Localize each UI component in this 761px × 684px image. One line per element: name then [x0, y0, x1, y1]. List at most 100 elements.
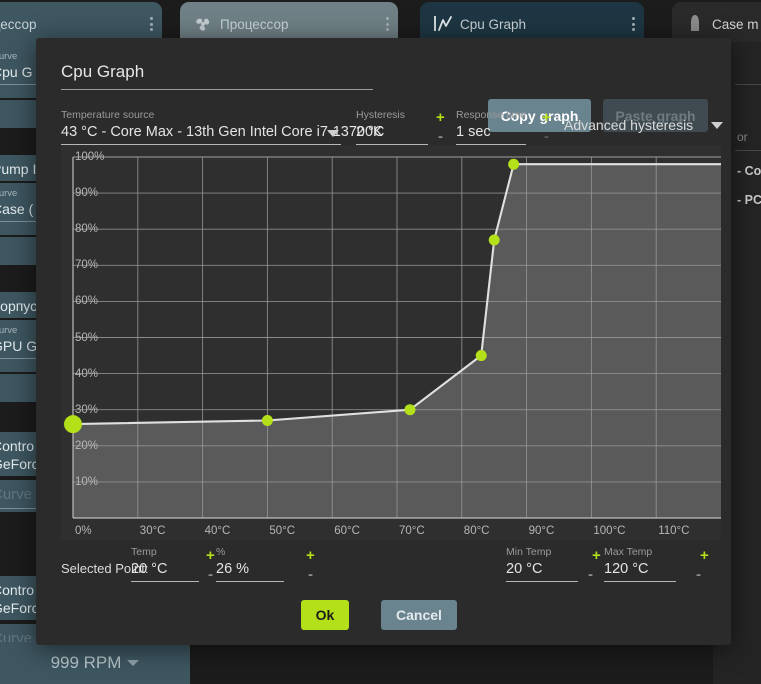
- y-axis-tick-label: 50%: [75, 331, 99, 344]
- max-temp-decrement-button[interactable]: -: [696, 567, 701, 582]
- min-temp-value[interactable]: 20 °C: [506, 559, 578, 582]
- selected-point-temp-label: Temp: [131, 546, 157, 558]
- x-axis-tick-label: 0%: [75, 525, 92, 537]
- y-axis-tick-label: 10%: [75, 475, 99, 488]
- tab-menu-icon[interactable]: [150, 17, 153, 31]
- selected-point-percent-decrement-button[interactable]: -: [308, 567, 313, 582]
- sidebar-card-kind: Curve: [0, 486, 33, 503]
- bottom-rpm-bar[interactable]: 999 RPM: [0, 642, 190, 684]
- min-temp-decrement-button[interactable]: -: [588, 567, 593, 582]
- advanced-hysteresis-label: Advanced hysteresis: [564, 117, 694, 133]
- temperature-source-field[interactable]: Temperature source 43 °C - Core Max - 13…: [61, 109, 383, 145]
- y-axis-tick-label: 40%: [75, 367, 99, 380]
- response-time-label: Response time: [456, 109, 527, 121]
- y-axis-tick-label: 80%: [75, 223, 99, 236]
- cancel-button[interactable]: Cancel: [381, 600, 457, 630]
- fan-curve-plot[interactable]: [61, 145, 723, 540]
- y-axis-tick-label: 20%: [75, 439, 99, 452]
- selected-point-temp-decrement-button[interactable]: -: [208, 567, 213, 582]
- divider: [0, 508, 38, 509]
- max-temp-field[interactable]: Max Temp 120 °C + -: [604, 546, 709, 582]
- max-temp-increment-button[interactable]: +: [700, 548, 709, 563]
- tab-menu-icon[interactable]: [632, 17, 635, 31]
- min-temp-field[interactable]: Min Temp 20 °C + -: [506, 546, 601, 582]
- hysteresis-value[interactable]: 2 °C: [356, 122, 428, 145]
- y-axis-tick-label: 60%: [75, 295, 99, 308]
- hysteresis-field[interactable]: Hysteresis 2 °C + -: [356, 109, 445, 145]
- sidebar-card-value: GPU G: [0, 338, 38, 354]
- y-axis-tick-label: 70%: [75, 259, 99, 272]
- x-axis-tick-label: 100°C: [593, 525, 626, 537]
- sidebar-card-value: Contro: [0, 438, 35, 454]
- divider: [0, 358, 38, 359]
- fan-curve-graph[interactable]: 10% 20% 30% 40% 50% 60% 70% 80% 90% 100% 0% 30°C 40°…: [61, 145, 723, 540]
- sidebar-card-value: [0, 242, 38, 262]
- chevron-down-icon[interactable]: [127, 660, 140, 666]
- sidebar-card-value: Case (: [0, 201, 34, 217]
- tab-label: Cpu Graph: [460, 16, 527, 32]
- chevron-down-icon[interactable]: [327, 130, 339, 137]
- sidebar-card-value: [0, 105, 38, 125]
- sidebar-card-kind: Curve: [0, 51, 18, 62]
- cpu-graph-dialog: Cpu Graph Copy graph Paste graph Tempera…: [36, 38, 731, 645]
- response-time-decrement-button[interactable]: -: [544, 129, 549, 144]
- tab-menu-icon[interactable]: [386, 17, 389, 31]
- right-panel-header: or: [737, 130, 748, 144]
- sidebar-card-value: Корпус: [0, 298, 38, 314]
- min-temp-increment-button[interactable]: +: [592, 548, 601, 563]
- curve-point[interactable]: [475, 350, 487, 362]
- chevron-down-icon[interactable]: [711, 122, 724, 129]
- response-time-increment-button[interactable]: +: [542, 110, 551, 125]
- curve-point[interactable]: [404, 404, 416, 416]
- x-axis-tick-label: 110°C: [658, 525, 690, 537]
- max-temp-label: Max Temp: [604, 546, 653, 558]
- temperature-source-label: Temperature source: [61, 109, 155, 121]
- selected-point-temp-value[interactable]: 20 °C: [131, 559, 199, 582]
- selected-point-percent-value[interactable]: 26 %: [216, 559, 284, 582]
- app-root: Процессор Процессор: [0, 0, 761, 684]
- hysteresis-decrement-button[interactable]: -: [438, 129, 443, 144]
- tab-bar: Процессор Процессор: [0, 0, 761, 46]
- tab-label: Процессор: [220, 16, 289, 32]
- divider: [735, 84, 761, 85]
- sidebar-card-kind: Curve: [0, 188, 18, 199]
- sidebar-card-value: Cpu G: [0, 64, 33, 80]
- divider: [0, 84, 38, 85]
- curve-point[interactable]: [508, 158, 520, 170]
- response-time-value[interactable]: 1 sec: [456, 122, 526, 145]
- x-axis-tick-label: 30°C: [139, 525, 166, 537]
- x-axis-tick-label: 70°C: [399, 525, 425, 537]
- sidebar-card-value: Pump I: [0, 161, 37, 177]
- x-axis-tick-label: 90°C: [528, 525, 555, 537]
- y-axis-tick-label: 100%: [75, 151, 105, 163]
- hysteresis-label: Hysteresis: [356, 109, 406, 121]
- min-temp-label: Min Temp: [506, 546, 552, 558]
- curve-point[interactable]: [488, 234, 500, 246]
- x-axis-tick-label: 50°C: [269, 525, 296, 537]
- response-time-field[interactable]: Response time 1 sec + -: [456, 109, 551, 145]
- right-panel-row: - Core: [737, 164, 761, 178]
- x-axis-tick-label: 40°C: [204, 525, 231, 537]
- hysteresis-increment-button[interactable]: +: [436, 110, 445, 125]
- sidebar-card-value: Contro: [0, 582, 35, 598]
- x-axis-tick-label: 60°C: [334, 525, 360, 537]
- curve-point[interactable]: [261, 415, 273, 427]
- sidebar-card-value-2: GeForc: [0, 456, 39, 472]
- x-axis-tick-label: 80°C: [463, 525, 490, 537]
- divider: [735, 150, 761, 151]
- pump-icon: [682, 13, 708, 35]
- max-temp-value[interactable]: 120 °C: [604, 559, 676, 582]
- divider: [0, 221, 38, 222]
- dialog-title[interactable]: Cpu Graph: [61, 62, 373, 90]
- selected-point-temp-field[interactable]: Temp 20 °C + -: [131, 546, 215, 582]
- advanced-hysteresis-dropdown[interactable]: Advanced hysteresis: [564, 117, 724, 133]
- selected-point-percent-field[interactable]: % 26 % + -: [216, 546, 315, 582]
- temperature-source-value[interactable]: 43 °C - Core Max - 13th Gen Intel Core i…: [61, 122, 383, 145]
- sidebar-card-value: [0, 379, 38, 399]
- fan-icon: [190, 14, 216, 34]
- right-panel-row: - PCH: [737, 193, 761, 207]
- ok-button[interactable]: Ok: [301, 600, 349, 630]
- selected-point-temp-increment-button[interactable]: +: [206, 548, 215, 563]
- curve-point-selected[interactable]: [64, 415, 82, 434]
- selected-point-percent-increment-button[interactable]: +: [306, 548, 315, 563]
